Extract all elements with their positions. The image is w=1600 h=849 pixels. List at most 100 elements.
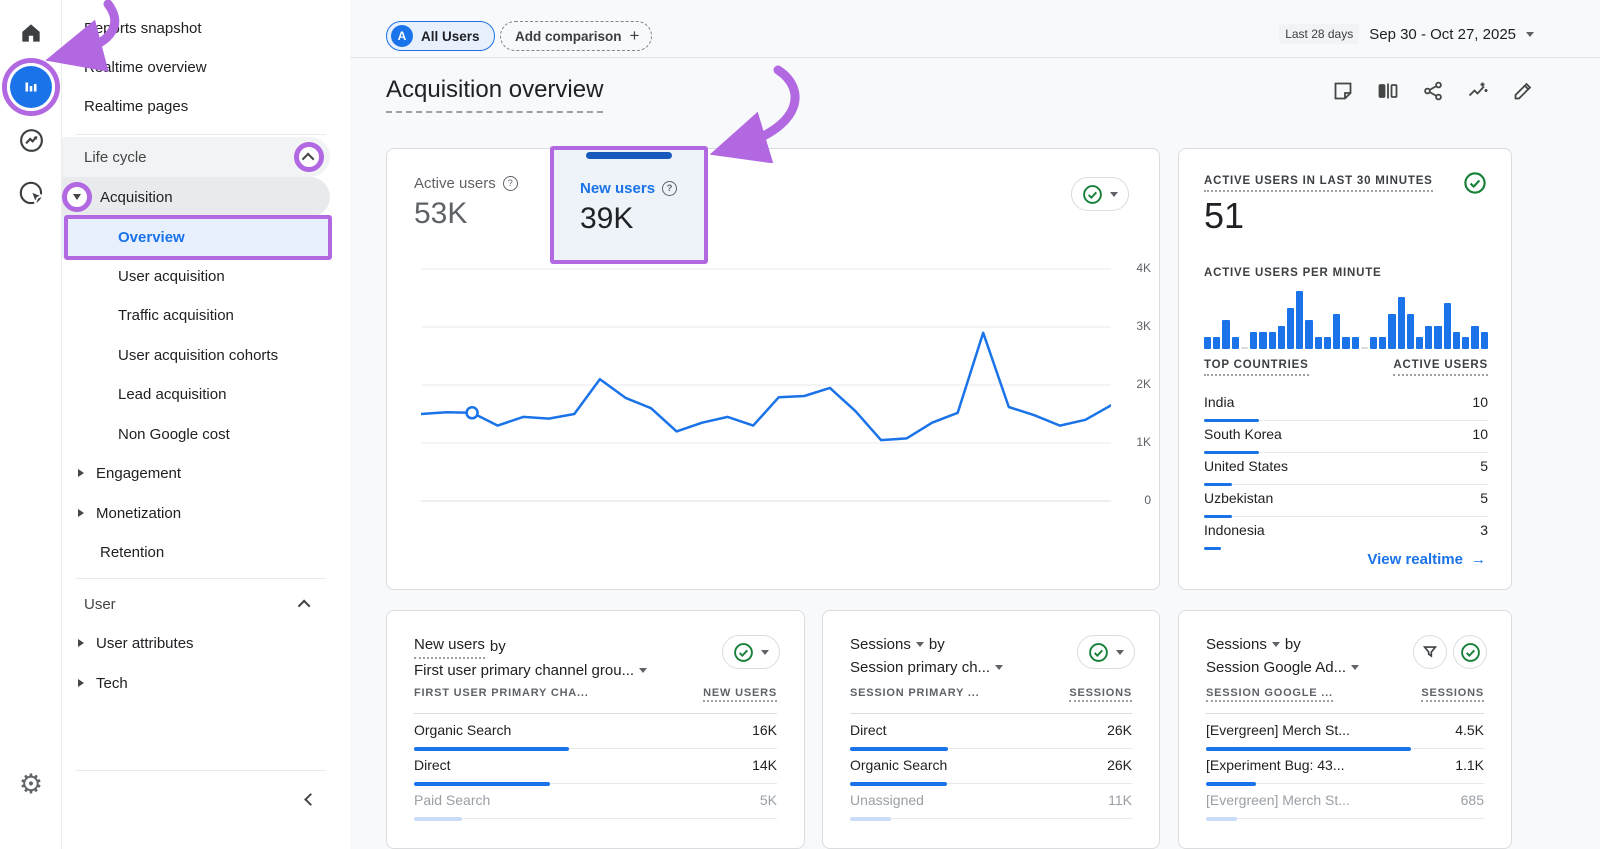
- data-quality-dropdown[interactable]: [722, 635, 780, 669]
- view-realtime-link[interactable]: View realtime →: [1367, 551, 1486, 568]
- sidebar-item-user-attributes[interactable]: User attributes: [62, 623, 330, 663]
- chevron-up-icon[interactable]: [301, 152, 314, 165]
- sidebar-item-non-google-cost[interactable]: Non Google cost: [62, 414, 330, 454]
- admin-gear-icon[interactable]: ⚙: [0, 771, 62, 798]
- sidebar-item-lead-acquisition[interactable]: Lead acquisition: [62, 374, 330, 414]
- explore-icon[interactable]: [0, 127, 62, 154]
- table-row: [Experiment Bug: 43...1.1K: [1206, 749, 1484, 784]
- per-minute-bar-chart: [1204, 291, 1488, 349]
- data-quality-dropdown[interactable]: [1077, 635, 1135, 669]
- chevron-up-icon[interactable]: [298, 599, 311, 612]
- compare-columns-icon[interactable]: [1377, 80, 1399, 102]
- filter-button[interactable]: [1413, 635, 1447, 669]
- insights-icon[interactable]: [1467, 80, 1489, 102]
- country-row: United States5: [1204, 453, 1488, 485]
- reports-sidebar: Reports snapshot Realtime overview Realt…: [62, 0, 350, 849]
- chevron-right-icon: [78, 469, 84, 477]
- arrow-right-icon: →: [1471, 551, 1486, 568]
- add-comparison-label: Add comparison: [515, 29, 622, 44]
- y-axis-tick: 2K: [1115, 377, 1151, 391]
- sidebar-item-reports-snapshot[interactable]: Reports snapshot: [62, 8, 330, 48]
- advertising-icon[interactable]: [0, 180, 62, 207]
- check-badge-icon: [733, 642, 754, 663]
- sidebar-item-acquisition[interactable]: Acquisition: [62, 177, 330, 217]
- plus-icon: +: [630, 26, 640, 46]
- breakdown-table: Direct26K Organic Search26K Unassigned11…: [850, 714, 1132, 819]
- sidebar-section-user[interactable]: User: [62, 584, 330, 624]
- metric-new-users-tab[interactable]: New users ? 39K: [550, 146, 708, 264]
- table-row: Unassigned11K: [850, 784, 1132, 819]
- country-row: South Korea10: [1204, 421, 1488, 453]
- sidebar-item-monetization[interactable]: Monetization: [62, 493, 330, 533]
- users-trend-card: Active users ? 53K New users ? 39K: [386, 148, 1160, 590]
- dimension-selector[interactable]: Session Google Ad...: [1206, 656, 1359, 679]
- chevron-down-icon: [1526, 32, 1534, 37]
- chevron-down-icon: [1110, 192, 1118, 197]
- table-row: [Evergreen] Merch St...685: [1206, 784, 1484, 819]
- metric-selector[interactable]: New users: [414, 633, 485, 659]
- y-axis-tick: 4K: [1115, 261, 1151, 275]
- sidebar-section-life-cycle[interactable]: Life cycle: [62, 137, 330, 177]
- edit-icon[interactable]: [1512, 80, 1534, 102]
- reports-icon[interactable]: [10, 66, 52, 108]
- dimension-header: SESSION GOOGLE ...: [1206, 687, 1333, 702]
- card-title: Sessionsby Session primary ch...: [850, 633, 1003, 679]
- sidebar-item-realtime-pages[interactable]: Realtime pages: [62, 86, 330, 126]
- page-title: Acquisition overview: [386, 76, 603, 113]
- note-icon[interactable]: [1332, 80, 1354, 102]
- selected-tab-indicator: [586, 152, 672, 159]
- check-badge-icon: [1082, 184, 1103, 205]
- metric-header: SESSIONS: [1069, 687, 1132, 702]
- sessions-by-channel-card: Sessionsby Session primary ch... SESSION…: [822, 610, 1160, 849]
- metric-header: NEW USERS: [703, 687, 777, 702]
- add-comparison-button[interactable]: Add comparison +: [500, 21, 652, 51]
- sidebar-item-realtime-overview[interactable]: Realtime overview: [62, 47, 330, 87]
- sidebar-item-tech[interactable]: Tech: [62, 663, 330, 703]
- sidebar-item-overview[interactable]: Overview: [62, 217, 330, 258]
- check-badge-icon[interactable]: [1463, 171, 1487, 195]
- sidebar-item-user-acquisition[interactable]: User acquisition: [62, 256, 330, 296]
- data-quality-button[interactable]: [1453, 635, 1487, 669]
- date-range-picker[interactable]: Last 28 days Sep 30 - Oct 27, 2025: [1279, 24, 1534, 44]
- data-point-marker: [467, 407, 478, 418]
- chevron-down-icon: [1116, 650, 1124, 655]
- divider: [76, 578, 326, 579]
- help-icon[interactable]: ?: [662, 181, 677, 196]
- chevron-right-icon: [78, 679, 84, 687]
- table-row: Direct14K: [414, 749, 777, 784]
- all-users-comparison-chip[interactable]: A All Users: [386, 21, 495, 51]
- metric-selector[interactable]: Sessionsby: [1206, 633, 1359, 656]
- new-users-by-channel-card: New usersby First user primary channel g…: [386, 610, 805, 849]
- chevron-down-icon: [995, 665, 1003, 670]
- table-row: [Evergreen] Merch St...4.5K: [1206, 714, 1484, 749]
- card-title: New usersby First user primary channel g…: [414, 633, 647, 682]
- table-row: Paid Search5K: [414, 784, 777, 819]
- metric-selector[interactable]: Sessionsby: [850, 633, 1003, 656]
- sidebar-item-engagement[interactable]: Engagement: [62, 453, 330, 493]
- annotation-ring-reports: [2, 58, 60, 116]
- annotation-ring-acquisition: [62, 182, 92, 212]
- report-toolbar: [1332, 80, 1534, 102]
- table-row: Organic Search26K: [850, 749, 1132, 784]
- chevron-down-icon: [761, 650, 769, 655]
- home-icon[interactable]: [0, 20, 62, 46]
- chevron-down-icon: [1351, 665, 1359, 670]
- per-minute-label: ACTIVE USERS PER MINUTE: [1204, 267, 1382, 279]
- sidebar-item-retention[interactable]: Retention: [62, 532, 330, 572]
- y-axis-tick: 1K: [1115, 435, 1151, 449]
- dimension-selector[interactable]: First user primary channel grou...: [414, 659, 647, 682]
- metric-active-users[interactable]: Active users ?: [414, 175, 518, 192]
- dimension-selector[interactable]: Session primary ch...: [850, 656, 1003, 679]
- chevron-down-icon[interactable]: [73, 194, 81, 200]
- help-icon[interactable]: ?: [503, 176, 518, 191]
- sidebar-item-traffic-acquisition[interactable]: Traffic acquisition: [62, 295, 330, 335]
- dimension-header: SESSION PRIMARY ...: [850, 687, 980, 702]
- country-row: India10: [1204, 389, 1488, 421]
- sidebar-item-user-acquisition-cohorts[interactable]: User acquisition cohorts: [62, 335, 330, 375]
- share-icon[interactable]: [1422, 80, 1444, 102]
- main-content: A All Users Add comparison + Last 28 day…: [350, 0, 1600, 849]
- new-users-value: 39K: [580, 202, 633, 236]
- divider: [76, 770, 326, 771]
- data-quality-dropdown[interactable]: [1071, 177, 1129, 211]
- sidebar-collapse-icon[interactable]: [294, 783, 326, 815]
